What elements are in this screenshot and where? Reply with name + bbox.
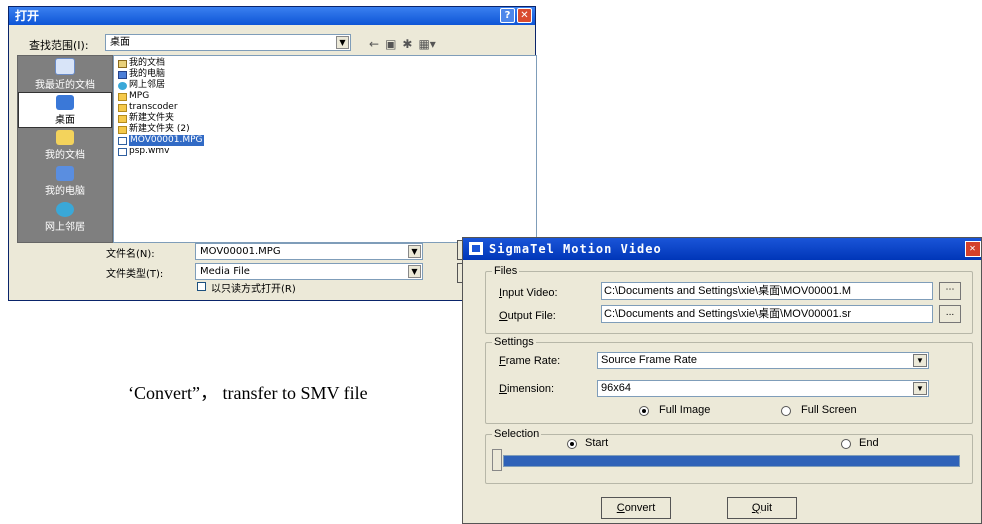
selection-group-label: Selection bbox=[494, 428, 540, 440]
output-file-field[interactable]: C:\Documents and Settings\xie\桌面\MOV0000… bbox=[601, 305, 933, 323]
list-item[interactable]: psp.wmv bbox=[118, 146, 532, 157]
list-item-selected[interactable]: MOV00001.MPG bbox=[118, 135, 532, 146]
app-icon bbox=[469, 242, 483, 255]
view-menu-icon[interactable]: ▦▾ bbox=[418, 37, 435, 51]
filetype-value: Media File bbox=[200, 266, 250, 277]
smv-titlebar[interactable]: SigmaTel Motion Video ✕ bbox=[463, 238, 981, 260]
desktop-icon bbox=[56, 95, 74, 110]
readonly-checkbox[interactable] bbox=[197, 282, 206, 291]
open-dialog-title: 打开 bbox=[15, 9, 40, 23]
full-image-label: Full Image bbox=[659, 404, 711, 416]
output-browse-button[interactable]: ... bbox=[939, 305, 961, 323]
filename-label: 文件名(N): bbox=[106, 249, 155, 260]
full-screen-label: Full Screen bbox=[801, 404, 857, 416]
filetype-label: 文件类型(T): bbox=[106, 269, 164, 280]
chevron-down-icon[interactable]: ▼ bbox=[336, 36, 349, 49]
frame-rate-dropdown[interactable]: Source Frame Rate ▼ bbox=[597, 352, 929, 369]
lookin-value: 桌面 bbox=[110, 37, 130, 48]
list-item[interactable]: 新建文件夹 bbox=[118, 113, 532, 124]
lookin-dropdown[interactable]: 桌面 ▼ bbox=[105, 34, 351, 51]
filename-value: MOV00001.MPG bbox=[200, 246, 281, 257]
chevron-down-icon[interactable]: ▼ bbox=[408, 245, 421, 258]
start-label: Start bbox=[585, 437, 609, 449]
folder-icon bbox=[118, 92, 127, 101]
dimension-dropdown[interactable]: 96x64 ▼ bbox=[597, 380, 929, 397]
up-folder-icon[interactable]: ▣ bbox=[385, 37, 396, 51]
chevron-down-icon[interactable]: ▼ bbox=[408, 265, 421, 278]
back-icon[interactable]: ← bbox=[369, 37, 379, 51]
media-file-icon bbox=[118, 136, 127, 145]
input-video-value: C:\Documents and Settings\xie\桌面\MOV0000… bbox=[604, 285, 851, 297]
settings-group-label: Settings bbox=[494, 336, 534, 348]
list-item[interactable]: 我的电脑 bbox=[118, 69, 532, 80]
lookin-label: 查找范围(I): bbox=[29, 39, 89, 52]
open-dialog-titlebar[interactable]: 打开 ? ✕ bbox=[9, 7, 535, 25]
network-icon bbox=[118, 81, 127, 90]
file-list: 我的文档 我的电脑 网上邻居 MPG transcoder 新建文件夹 新建文件… bbox=[113, 55, 537, 243]
list-item[interactable]: 新建文件夹 (2) bbox=[118, 124, 532, 135]
place-my-computer[interactable]: 我的电脑 bbox=[18, 164, 112, 200]
readonly-label: 以只读方式打开(R) bbox=[211, 284, 296, 295]
end-label: End bbox=[859, 437, 879, 449]
open-file-dialog: 打开 ? ✕ 查找范围(I): 桌面 ▼ ← ▣ ✱ ▦▾ 我最近的文档 桌面 … bbox=[8, 6, 537, 301]
convert-button[interactable]: Convert bbox=[601, 497, 671, 519]
dimension-value: 96x64 bbox=[601, 382, 631, 394]
close-button[interactable]: ✕ bbox=[517, 8, 532, 23]
output-file-value: C:\Documents and Settings\xie\桌面\MOV0000… bbox=[604, 308, 851, 320]
place-desktop[interactable]: 桌面 bbox=[18, 92, 112, 128]
new-folder-icon[interactable]: ✱ bbox=[402, 37, 412, 51]
selection-slider-track[interactable] bbox=[503, 455, 960, 467]
place-network[interactable]: 网上邻居 bbox=[18, 200, 112, 236]
documents-folder-icon bbox=[56, 130, 74, 145]
full-image-radio[interactable] bbox=[639, 406, 649, 416]
quit-button[interactable]: Quit bbox=[727, 497, 797, 519]
end-radio[interactable] bbox=[841, 439, 851, 449]
frame-rate-value: Source Frame Rate bbox=[601, 354, 697, 366]
input-video-label: Input Video: bbox=[499, 287, 558, 299]
input-browse-button[interactable]: ⋯ bbox=[939, 282, 961, 300]
computer-icon bbox=[56, 166, 74, 181]
chevron-down-icon[interactable]: ▼ bbox=[913, 382, 927, 395]
smv-title: SigmaTel Motion Video bbox=[489, 242, 662, 256]
dimension-label: Dimension: bbox=[499, 383, 555, 395]
folder-icon bbox=[118, 114, 127, 123]
filename-input[interactable]: MOV00001.MPG ▼ bbox=[195, 243, 423, 260]
input-video-field[interactable]: C:\Documents and Settings\xie\桌面\MOV0000… bbox=[601, 282, 933, 300]
filetype-dropdown[interactable]: Media File ▼ bbox=[195, 263, 423, 280]
documents-folder-icon bbox=[118, 59, 127, 68]
list-item[interactable]: 网上邻居 bbox=[118, 80, 532, 91]
list-item[interactable]: 我的文档 bbox=[118, 58, 532, 69]
chevron-down-icon[interactable]: ▼ bbox=[913, 354, 927, 367]
places-bar: 我最近的文档 桌面 我的文档 我的电脑 网上邻居 bbox=[17, 55, 113, 243]
folder-icon bbox=[118, 103, 127, 112]
recent-documents-icon bbox=[55, 58, 75, 75]
files-group-label: Files bbox=[494, 265, 518, 277]
start-radio[interactable] bbox=[567, 439, 577, 449]
computer-icon bbox=[118, 70, 127, 79]
folder-icon bbox=[118, 125, 127, 134]
full-screen-radio[interactable] bbox=[781, 406, 791, 416]
place-my-documents[interactable]: 我的文档 bbox=[18, 128, 112, 164]
sigmatel-motion-video-window: SigmaTel Motion Video ✕ Files Input Vide… bbox=[462, 237, 982, 524]
list-item[interactable]: transcoder bbox=[118, 102, 532, 113]
place-recent[interactable]: 我最近的文档 bbox=[18, 56, 112, 92]
network-icon bbox=[56, 202, 74, 217]
close-button[interactable]: ✕ bbox=[965, 241, 981, 257]
frame-rate-label: Frame Rate: bbox=[499, 355, 561, 367]
media-file-icon bbox=[118, 147, 127, 156]
caption-text: ‘Convert”， transfer to SMV file bbox=[128, 383, 368, 403]
help-button[interactable]: ? bbox=[500, 8, 515, 23]
list-item[interactable]: MPG bbox=[118, 91, 532, 102]
selection-slider-handle[interactable] bbox=[492, 449, 502, 471]
output-file-label: Output File: bbox=[499, 310, 556, 322]
